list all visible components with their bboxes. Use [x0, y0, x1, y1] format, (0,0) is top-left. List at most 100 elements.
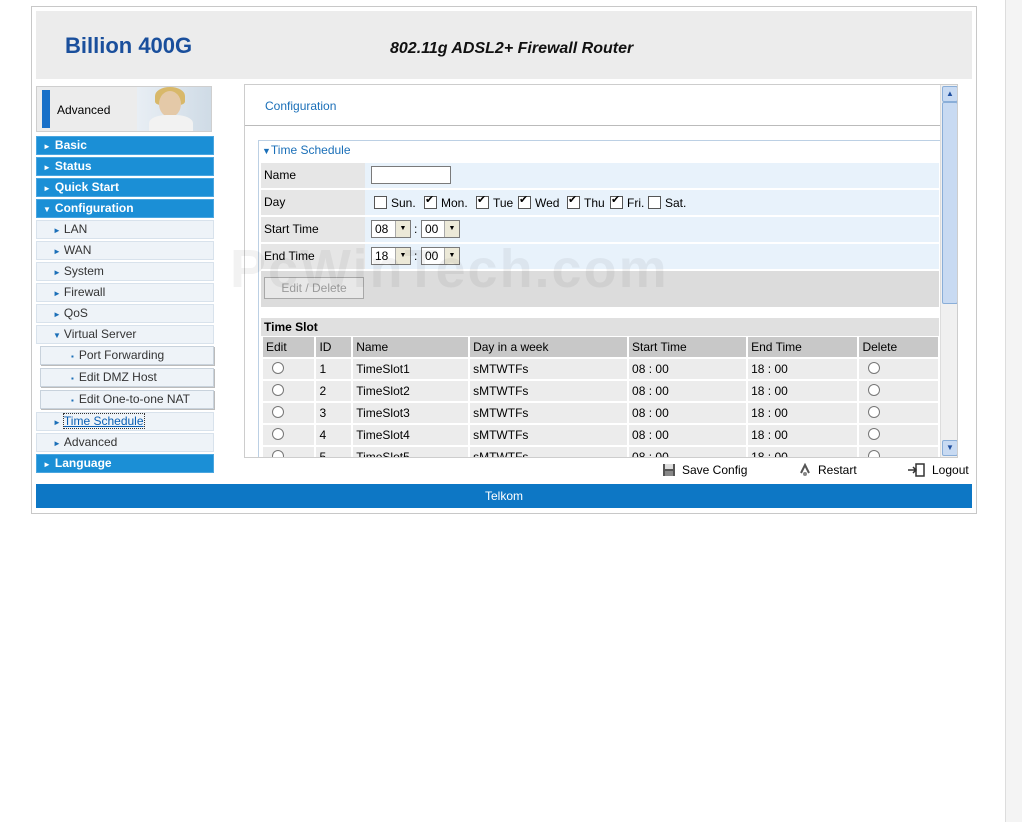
save-config-button[interactable]: Save Config	[662, 463, 747, 477]
edit-radio[interactable]	[272, 449, 284, 457]
sidebar-item-label: System	[63, 264, 104, 278]
end-cell: 18 : 00	[748, 359, 858, 379]
sidebar-nav: ► Basic ► Status ► Quick Start ▼ Configuration ►…	[36, 136, 214, 475]
sidebar-item-label: QoS	[63, 306, 88, 320]
sidebar-item-virtual-server[interactable]: ▼ Virtual Server	[36, 325, 214, 344]
edit-cell	[263, 447, 315, 457]
chevron-down-icon: ▼	[53, 331, 61, 340]
checkbox-icon[interactable]	[374, 196, 387, 209]
delete-cell	[859, 403, 938, 423]
scroll-up-icon[interactable]: ▲	[942, 86, 957, 102]
day-checkbox-wed[interactable]: Wed	[518, 193, 560, 210]
delete-cell	[859, 447, 938, 457]
day-label: Fri.	[627, 196, 645, 210]
end-time-label: End Time	[261, 244, 365, 269]
banner-label: Advanced	[57, 103, 111, 117]
table-row: 5 TimeSlot5 sMTWTFs 08 : 00 18 : 00	[263, 447, 938, 457]
model-title: 802.11g ADSL2+ Firewall Router	[390, 40, 634, 57]
chevron-right-icon: ►	[43, 460, 51, 469]
day-label: Wed	[535, 196, 560, 210]
day-checkbox-sun[interactable]: Sun.	[374, 196, 416, 210]
sidebar-item-port-forwarding[interactable]: ▪ Port Forwarding	[40, 346, 214, 365]
edit-radio[interactable]	[272, 427, 284, 440]
start-cell: 08 : 00	[629, 403, 747, 423]
delete-radio[interactable]	[868, 383, 881, 396]
router-frame: Billion 400G 802.11g ADSL2+ Firewall Rou…	[31, 6, 977, 514]
browser-scrollbar[interactable]	[1005, 0, 1022, 822]
day-label: Tue	[493, 196, 514, 210]
section-title[interactable]: ▼Time Schedule	[262, 143, 351, 157]
sidebar-item-status[interactable]: ► Status	[36, 157, 214, 176]
delete-radio[interactable]	[868, 427, 881, 440]
sidebar-item-wan[interactable]: ► WAN	[36, 241, 214, 260]
content-scrollbar[interactable]: ▲ ▼	[940, 85, 957, 457]
day-checkbox-mon[interactable]: Mon.	[424, 193, 468, 210]
column-header: Edit	[263, 337, 315, 357]
restart-button[interactable]: Restart	[798, 463, 857, 477]
edit-delete-button[interactable]: Edit / Delete	[264, 277, 364, 299]
divider	[245, 125, 951, 126]
sidebar-item-quick-start[interactable]: ► Quick Start	[36, 178, 214, 197]
day-label: Mon.	[441, 196, 468, 210]
table-row: 1 TimeSlot1 sMTWTFs 08 : 00 18 : 00	[263, 359, 938, 379]
checkbox-icon[interactable]	[518, 193, 531, 209]
checkbox-icon[interactable]	[648, 196, 661, 209]
name-input[interactable]	[371, 166, 451, 184]
start-min-select[interactable]: 00 ▼	[421, 220, 460, 238]
sidebar-item-edit-one-to-one-nat[interactable]: ▪ Edit One-to-one NAT	[40, 390, 214, 409]
day-checkbox-tue[interactable]: Tue	[476, 193, 514, 210]
sidebar-item-label: Language	[54, 456, 112, 470]
sidebar-item-label: Edit One-to-one NAT	[78, 392, 191, 406]
checkbox-icon[interactable]	[424, 193, 437, 209]
edit-radio[interactable]	[272, 405, 284, 418]
chevron-down-icon: ▼	[395, 248, 410, 264]
delete-radio[interactable]	[868, 405, 881, 418]
id-cell: 2	[316, 381, 352, 401]
edit-radio[interactable]	[272, 383, 284, 396]
sidebar-item-time-schedule[interactable]: ► Time Schedule	[36, 412, 214, 431]
checkbox-icon[interactable]	[476, 193, 489, 209]
sidebar-item-advanced[interactable]: ► Advanced	[36, 433, 214, 452]
id-cell: 5	[316, 447, 352, 457]
brand-logo: Billion 400G	[65, 33, 193, 58]
sidebar-item-label: Advanced	[63, 435, 118, 449]
day-label: Day	[261, 190, 365, 215]
end-hour-select[interactable]: 18 ▼	[371, 247, 411, 265]
chevron-right-icon: ►	[53, 247, 61, 256]
sidebar-item-system[interactable]: ► System	[36, 262, 214, 281]
time-slot-table: Edit ID Name Day in a week Start Time End Tim…	[261, 335, 940, 457]
delete-cell	[859, 381, 938, 401]
floppy-icon	[663, 464, 675, 476]
sidebar-item-qos[interactable]: ► QoS	[36, 304, 214, 323]
end-min-select[interactable]: 00 ▼	[421, 247, 460, 265]
sidebar-item-configuration[interactable]: ▼ Configuration	[36, 199, 214, 218]
table-row: 2 TimeSlot2 sMTWTFs 08 : 00 18 : 00	[263, 381, 938, 401]
sidebar-item-basic[interactable]: ► Basic	[36, 136, 214, 155]
logout-button[interactable]: Logout	[906, 463, 969, 477]
day-checkbox-sat[interactable]: Sat.	[648, 196, 686, 210]
delete-radio[interactable]	[868, 361, 881, 374]
column-header: End Time	[748, 337, 858, 357]
delete-radio[interactable]	[868, 449, 881, 457]
edit-cell	[263, 403, 315, 423]
checkbox-icon[interactable]	[610, 193, 623, 209]
scroll-down-icon[interactable]: ▼	[942, 440, 957, 456]
chevron-down-icon: ▼	[444, 221, 459, 237]
sidebar-item-edit-dmz-host[interactable]: ▪ Edit DMZ Host	[40, 368, 214, 387]
banner-photo	[137, 87, 211, 131]
name-cell: TimeSlot2	[353, 381, 469, 401]
column-header: Start Time	[629, 337, 747, 357]
page-title: Configuration	[265, 99, 337, 113]
scroll-thumb[interactable]	[942, 102, 957, 304]
start-hour-select[interactable]: 08 ▼	[371, 220, 411, 238]
sidebar-item-language[interactable]: ► Language	[36, 454, 214, 473]
checkbox-icon[interactable]	[567, 193, 580, 209]
sidebar-item-lan[interactable]: ► LAN	[36, 220, 214, 239]
sidebar-item-firewall[interactable]: ► Firewall	[36, 283, 214, 302]
edit-radio[interactable]	[272, 361, 284, 374]
start-time-label: Start Time	[261, 217, 365, 242]
day-checkbox-fri[interactable]: Fri.	[610, 193, 645, 210]
days-cell: sMTWTFs	[470, 447, 628, 457]
id-cell: 3	[316, 403, 352, 423]
day-checkbox-thu[interactable]: Thu	[567, 193, 605, 210]
